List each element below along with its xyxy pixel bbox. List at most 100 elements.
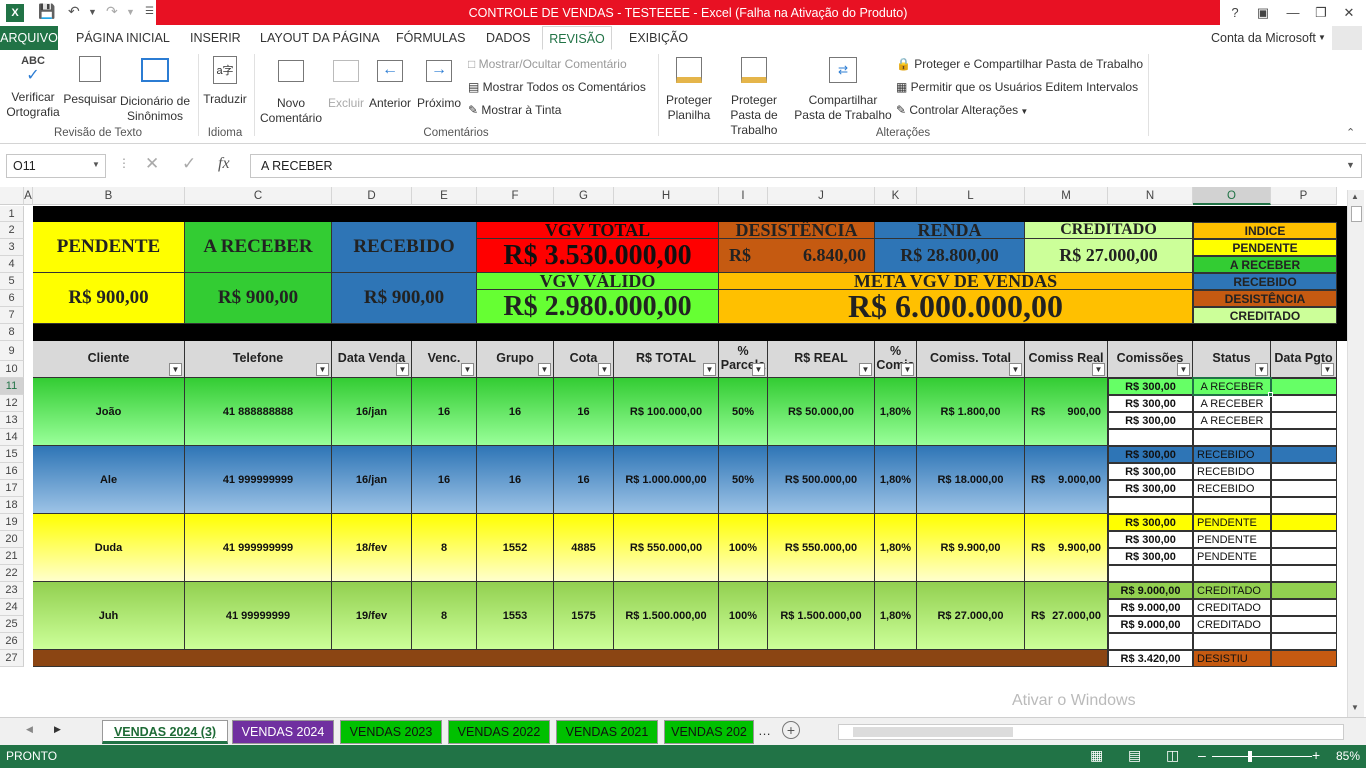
normal-view-icon[interactable]: ▦ bbox=[1090, 747, 1103, 764]
tab-pagina-inicial[interactable]: PÁGINA INICIAL bbox=[76, 26, 170, 50]
filter-dropdown-icon[interactable]: ▼ bbox=[316, 363, 329, 376]
data-pgto-cell[interactable] bbox=[1271, 497, 1337, 514]
status-cell[interactable]: RECEBIDO bbox=[1193, 480, 1271, 497]
row-header-14[interactable]: 14 bbox=[0, 429, 24, 446]
data-pgto-cell[interactable] bbox=[1271, 429, 1337, 446]
redo-dropdown-icon[interactable]: ▼ bbox=[126, 7, 135, 17]
save-icon[interactable]: 💾 bbox=[38, 3, 55, 20]
data-pgto-cell[interactable] bbox=[1271, 531, 1337, 548]
controlar-alteracoes-button[interactable]: ✎ Controlar Alterações ▼ bbox=[896, 101, 1028, 119]
data-pgto-cell[interactable] bbox=[1271, 412, 1337, 429]
status-cell[interactable] bbox=[1193, 633, 1271, 650]
commission-cell[interactable]: R$ 300,00 bbox=[1108, 514, 1193, 531]
tab-layout[interactable]: LAYOUT DA PÁGINA bbox=[260, 26, 380, 50]
collapse-ribbon-icon[interactable]: ⌃ bbox=[1346, 126, 1355, 139]
minimize-icon[interactable]: — bbox=[1280, 2, 1306, 24]
selection-fill-handle[interactable] bbox=[1268, 392, 1273, 397]
filter-dropdown-icon[interactable]: ▼ bbox=[1255, 363, 1268, 376]
novo-comentario-button[interactable]: Novo Comentário bbox=[256, 54, 326, 126]
name-box[interactable]: O11 bbox=[6, 154, 106, 178]
zoom-in-icon[interactable]: + bbox=[1312, 747, 1320, 763]
zoom-slider-thumb[interactable] bbox=[1248, 751, 1252, 762]
data-pgto-cell[interactable] bbox=[1271, 565, 1337, 582]
column-header-p[interactable]: P bbox=[1271, 187, 1337, 205]
sheet-tab-vendas-2021[interactable]: VENDAS 2021 bbox=[556, 720, 658, 744]
excel-logo-icon[interactable]: X bbox=[6, 4, 24, 22]
row-header-25[interactable]: 25 bbox=[0, 616, 24, 633]
insert-function-icon[interactable]: fx bbox=[218, 155, 230, 173]
column-header-i[interactable]: I bbox=[719, 187, 768, 205]
status-cell[interactable]: CREDITADO bbox=[1193, 582, 1271, 599]
data-pgto-cell[interactable] bbox=[1271, 446, 1337, 463]
page-layout-view-icon[interactable]: ▤ bbox=[1128, 747, 1141, 764]
dicionario-button[interactable]: Dicionário de Sinônimos bbox=[118, 54, 192, 124]
commission-cell[interactable]: R$ 300,00 bbox=[1108, 480, 1193, 497]
zoom-slider[interactable] bbox=[1212, 756, 1312, 757]
tab-exibicao[interactable]: EXIBIÇÃO bbox=[629, 26, 688, 50]
scroll-down-icon[interactable]: ▼ bbox=[1351, 703, 1359, 712]
column-header-c[interactable]: C bbox=[185, 187, 332, 205]
hscroll-thumb[interactable] bbox=[853, 727, 1013, 737]
filter-dropdown-icon[interactable]: ▼ bbox=[1009, 363, 1022, 376]
status-cell[interactable]: PENDENTE bbox=[1193, 548, 1271, 565]
commission-cell[interactable]: R$ 9.000,00 bbox=[1108, 582, 1193, 599]
mostrar-ocultar-button[interactable]: □ Mostrar/Ocultar Comentário bbox=[468, 55, 627, 73]
column-header-a[interactable]: A bbox=[24, 187, 33, 205]
mostrar-todos-button[interactable]: ▤ Mostrar Todos os Comentários bbox=[468, 78, 646, 96]
column-header-j[interactable]: J bbox=[768, 187, 875, 205]
zoom-out-icon[interactable]: – bbox=[1198, 747, 1206, 763]
row-header-10[interactable]: 10 bbox=[0, 361, 24, 378]
worksheet[interactable]: A B C D E F G H I J K L M N O P 1 2 3 4 5 6 7 8 9 10 11 12 13 14 15 16 1… bbox=[0, 187, 1366, 717]
tab-inserir[interactable]: INSERIR bbox=[190, 26, 241, 50]
data-pgto-cell[interactable] bbox=[1271, 582, 1337, 599]
filter-dropdown-icon[interactable]: ▼ bbox=[1321, 363, 1334, 376]
column-header-n[interactable]: N bbox=[1108, 187, 1193, 205]
permitir-editar-button[interactable]: ▦ Permitir que os Usuários Editem Interv… bbox=[896, 78, 1138, 96]
page-break-view-icon[interactable]: ◫ bbox=[1166, 747, 1179, 764]
commission-cell[interactable]: R$ 9.000,00 bbox=[1108, 599, 1193, 616]
status-cell[interactable] bbox=[1193, 565, 1271, 582]
verificar-ortografia-button[interactable]: ABC ✓ Verificar Ortografia bbox=[4, 54, 62, 120]
filter-dropdown-icon[interactable]: ▼ bbox=[859, 363, 872, 376]
anterior-button[interactable]: ← Anterior bbox=[366, 54, 414, 111]
row-header-9[interactable]: 9 bbox=[0, 341, 24, 361]
formula-input[interactable]: A RECEBER bbox=[250, 154, 1362, 178]
row-header-16[interactable]: 16 bbox=[0, 463, 24, 480]
scroll-thumb[interactable] bbox=[1351, 206, 1362, 222]
sheet-tab-vendas-2023[interactable]: VENDAS 2023 bbox=[340, 720, 442, 744]
cancel-formula-icon[interactable]: ✕ bbox=[145, 154, 159, 174]
commission-cell[interactable]: R$ 3.420,00 bbox=[1108, 650, 1193, 667]
row-header-2[interactable]: 2 bbox=[0, 222, 24, 239]
sheet-tab-vendas-202x[interactable]: VENDAS 202 bbox=[664, 720, 754, 744]
traduzir-button[interactable]: a字 Traduzir bbox=[200, 54, 250, 107]
commission-cell[interactable] bbox=[1108, 497, 1193, 514]
filter-dropdown-icon[interactable]: ▼ bbox=[598, 363, 611, 376]
column-header-d[interactable]: D bbox=[332, 187, 412, 205]
column-header-f[interactable]: F bbox=[477, 187, 554, 205]
status-cell[interactable]: A RECEBER bbox=[1193, 378, 1271, 395]
tab-revisao[interactable]: REVISÃO bbox=[542, 26, 612, 50]
commission-cell[interactable]: R$ 300,00 bbox=[1108, 446, 1193, 463]
filter-dropdown-icon[interactable]: ▼ bbox=[1092, 363, 1105, 376]
horizontal-scrollbar[interactable] bbox=[838, 724, 1344, 740]
status-cell[interactable] bbox=[1193, 429, 1271, 446]
filter-dropdown-icon[interactable]: ▼ bbox=[538, 363, 551, 376]
tab-scroll-left-icon[interactable]: ◀ bbox=[26, 724, 33, 735]
status-cell[interactable]: RECEBIDO bbox=[1193, 446, 1271, 463]
status-cell[interactable]: A RECEBER bbox=[1193, 395, 1271, 412]
filter-dropdown-icon[interactable]: ▼ bbox=[1177, 363, 1190, 376]
filter-dropdown-icon[interactable]: ▼ bbox=[396, 363, 409, 376]
status-cell[interactable]: CREDITADO bbox=[1193, 616, 1271, 633]
data-pgto-cell[interactable] bbox=[1271, 514, 1337, 531]
filter-dropdown-icon[interactable]: ▼ bbox=[703, 363, 716, 376]
tab-formulas[interactable]: FÓRMULAS bbox=[396, 26, 465, 50]
row-header-23[interactable]: 23 bbox=[0, 582, 24, 599]
filter-dropdown-icon[interactable]: ▼ bbox=[169, 363, 182, 376]
row-header-8[interactable]: 8 bbox=[0, 324, 24, 341]
excluir-button[interactable]: Excluir bbox=[326, 54, 366, 111]
status-cell[interactable]: A RECEBER bbox=[1193, 412, 1271, 429]
account-menu[interactable]: Conta da Microsoft bbox=[1211, 26, 1316, 50]
select-all-corner[interactable] bbox=[0, 187, 24, 205]
data-pgto-cell[interactable] bbox=[1271, 480, 1337, 497]
filter-dropdown-icon[interactable]: ▼ bbox=[461, 363, 474, 376]
